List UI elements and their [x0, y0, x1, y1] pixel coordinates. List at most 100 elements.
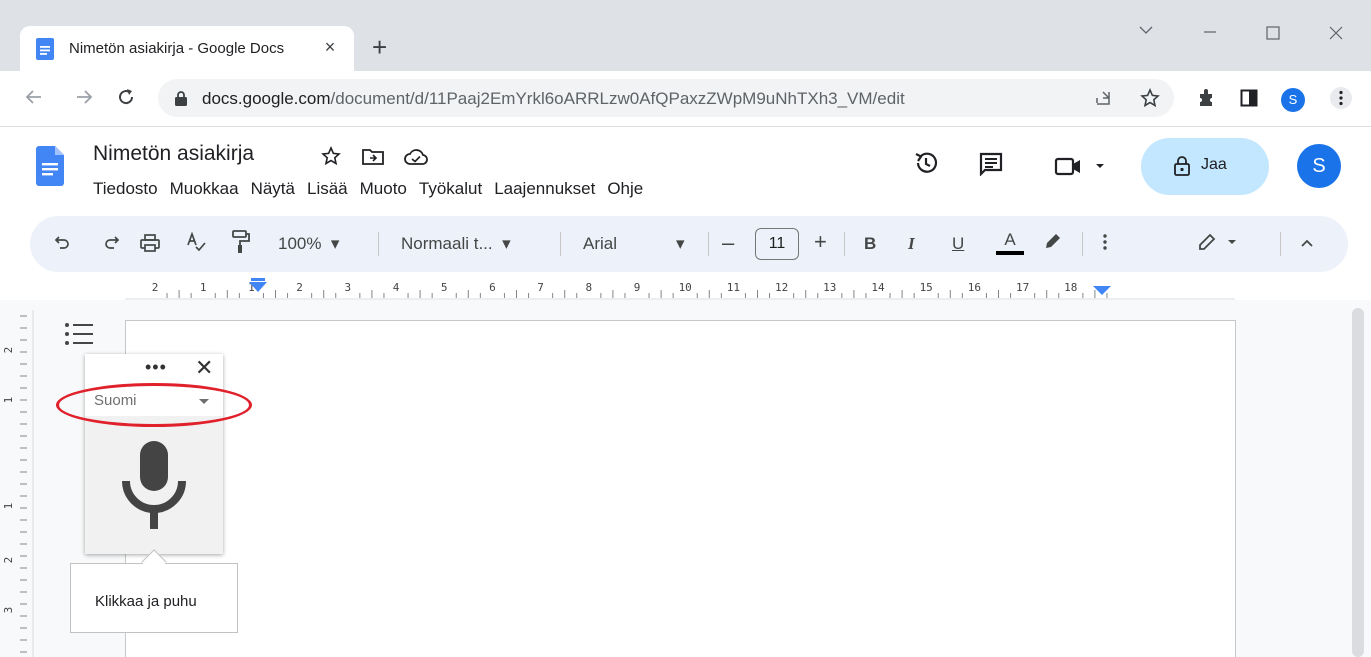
style-value: Normaali t...	[401, 234, 493, 253]
docs-menubar: Tiedosto Muokkaa Näytä Lisää Muoto Työka…	[93, 179, 655, 199]
print-icon[interactable]	[140, 234, 160, 252]
horizontal-ruler[interactable]: 2 1 1 2 3 4 5 6 7 8 9 10 11 12 13 14 15 16 17 18	[125, 278, 1235, 300]
vertical-ruler-label: 1	[2, 503, 15, 510]
bookmark-star-icon[interactable]	[1140, 88, 1160, 108]
spellcheck-icon[interactable]	[186, 232, 206, 252]
document-page[interactable]	[125, 320, 1236, 657]
reload-icon[interactable]	[116, 87, 136, 107]
menu-insert[interactable]: Lisää	[307, 179, 348, 199]
share-button[interactable]: Jaa	[1141, 138, 1269, 195]
increase-font-size-button[interactable]: +	[814, 229, 827, 255]
cloud-saved-icon	[404, 148, 428, 166]
paint-format-icon[interactable]	[232, 230, 250, 254]
ruler-label: 14	[871, 281, 885, 294]
highlight-annotation	[56, 383, 252, 427]
star-icon[interactable]	[321, 146, 341, 166]
decrease-font-size-button[interactable]: –	[722, 230, 734, 256]
menu-extensions[interactable]: Laajennukset	[494, 179, 595, 199]
font-select[interactable]: Arial	[583, 234, 617, 254]
ruler-label: 15	[920, 281, 933, 294]
meet-camera-icon[interactable]	[1054, 156, 1110, 176]
scrollbar[interactable]	[1352, 308, 1364, 657]
browser-profile-avatar[interactable]: S	[1281, 88, 1305, 112]
new-tab-button[interactable]: +	[372, 34, 387, 60]
ruler-label: 4	[393, 281, 400, 294]
menu-help[interactable]: Ohje	[607, 179, 643, 199]
browser-menu-icon[interactable]	[1330, 87, 1352, 109]
docs-icon	[36, 38, 54, 60]
ruler-label: 3	[344, 281, 351, 294]
font-size-input[interactable]: 11	[755, 228, 799, 260]
tab-search-icon[interactable]	[1138, 24, 1154, 36]
document-title[interactable]: Nimetön asiakirja	[93, 142, 254, 166]
voice-close-icon[interactable]: ✕	[195, 356, 213, 380]
url-path: /document/d/11Paaj2EmYrkl6oARRLzw0AfQPax…	[330, 89, 905, 108]
ruler-label: 10	[679, 281, 692, 294]
menu-format[interactable]: Muoto	[360, 179, 407, 199]
microphone-button[interactable]	[85, 416, 223, 554]
collapse-menus-icon[interactable]	[1300, 238, 1314, 248]
account-avatar[interactable]: S	[1297, 144, 1341, 188]
ruler-label: 8	[585, 281, 592, 294]
vertical-ruler[interactable]: 2 1 1 2 3	[0, 310, 34, 657]
back-icon[interactable]	[24, 87, 44, 107]
right-indent-marker[interactable]	[1093, 286, 1111, 295]
more-tools-icon[interactable]	[1102, 232, 1108, 252]
move-folder-icon[interactable]	[362, 148, 384, 166]
share-label: Jaa	[1201, 156, 1227, 173]
version-history-icon[interactable]	[913, 150, 939, 176]
tab-title: Nimetön asiakirja - Google Docs	[69, 40, 285, 57]
editing-mode-icon[interactable]	[1198, 233, 1242, 251]
font-value: Arial	[583, 234, 618, 253]
comments-icon[interactable]	[979, 152, 1003, 176]
toolbar-divider	[560, 232, 561, 256]
menu-edit[interactable]: Muokkaa	[170, 179, 239, 199]
url-text[interactable]: docs.google.com/document/d/11Paaj2EmYrkl…	[202, 89, 905, 109]
ruler-label: 18	[1064, 281, 1077, 294]
menu-file[interactable]: Tiedosto	[93, 179, 158, 199]
italic-button[interactable]: I	[908, 234, 915, 254]
browser-tab[interactable]: Nimetön asiakirja - Google Docs ×	[20, 26, 354, 71]
vertical-ruler-label: 3	[2, 607, 15, 614]
vertical-ruler-label: 2	[2, 347, 15, 354]
document-outline-icon[interactable]	[64, 322, 94, 346]
maximize-icon[interactable]	[1266, 26, 1280, 40]
ruler-label: 1	[200, 281, 207, 294]
ruler-label: 6	[489, 281, 496, 294]
ruler-label: 7	[537, 281, 544, 294]
share-page-icon[interactable]	[1094, 89, 1112, 107]
first-line-indent-marker[interactable]	[251, 278, 265, 281]
text-color-button[interactable]: A	[996, 230, 1024, 255]
font-dropdown-icon[interactable]: ▾	[676, 234, 685, 254]
formatting-toolbar: 100% ▾ Normaali t... ▾ Arial ▾ – 11 + B …	[30, 216, 1348, 272]
window-close-icon[interactable]	[1328, 25, 1344, 41]
omnibox[interactable]: docs.google.com/document/d/11Paaj2EmYrkl…	[158, 79, 1174, 117]
menu-tools[interactable]: Työkalut	[419, 179, 482, 199]
docs-logo-icon[interactable]	[36, 146, 64, 186]
text-color-label: A	[1004, 230, 1016, 249]
ruler-label: 16	[968, 281, 981, 294]
microphone-icon	[122, 441, 186, 529]
forward-icon[interactable]	[74, 87, 94, 107]
text-color-swatch	[996, 251, 1024, 255]
side-panel-icon[interactable]	[1240, 89, 1258, 107]
bold-button[interactable]: B	[864, 234, 876, 254]
zoom-select[interactable]: 100% ▾	[278, 234, 339, 254]
minimize-icon[interactable]	[1202, 24, 1218, 40]
ruler-label: 12	[775, 281, 788, 294]
ruler-label: 13	[823, 281, 836, 294]
ruler-label: 9	[634, 281, 641, 294]
ruler-label: 5	[441, 281, 448, 294]
undo-icon[interactable]	[54, 234, 70, 250]
ruler-label: 2	[296, 281, 303, 294]
menu-view[interactable]: Näytä	[251, 179, 295, 199]
extensions-icon[interactable]	[1196, 88, 1216, 108]
redo-icon[interactable]	[104, 234, 120, 250]
ruler-label: 11	[727, 281, 740, 294]
vertical-ruler-label: 2	[2, 557, 15, 564]
tab-close-icon[interactable]: ×	[320, 37, 340, 57]
highlight-pen-icon[interactable]	[1044, 232, 1062, 250]
style-select[interactable]: Normaali t... ▾	[401, 234, 511, 254]
underline-button[interactable]: U	[952, 234, 964, 254]
voice-more-options-icon[interactable]: •••	[145, 357, 167, 378]
